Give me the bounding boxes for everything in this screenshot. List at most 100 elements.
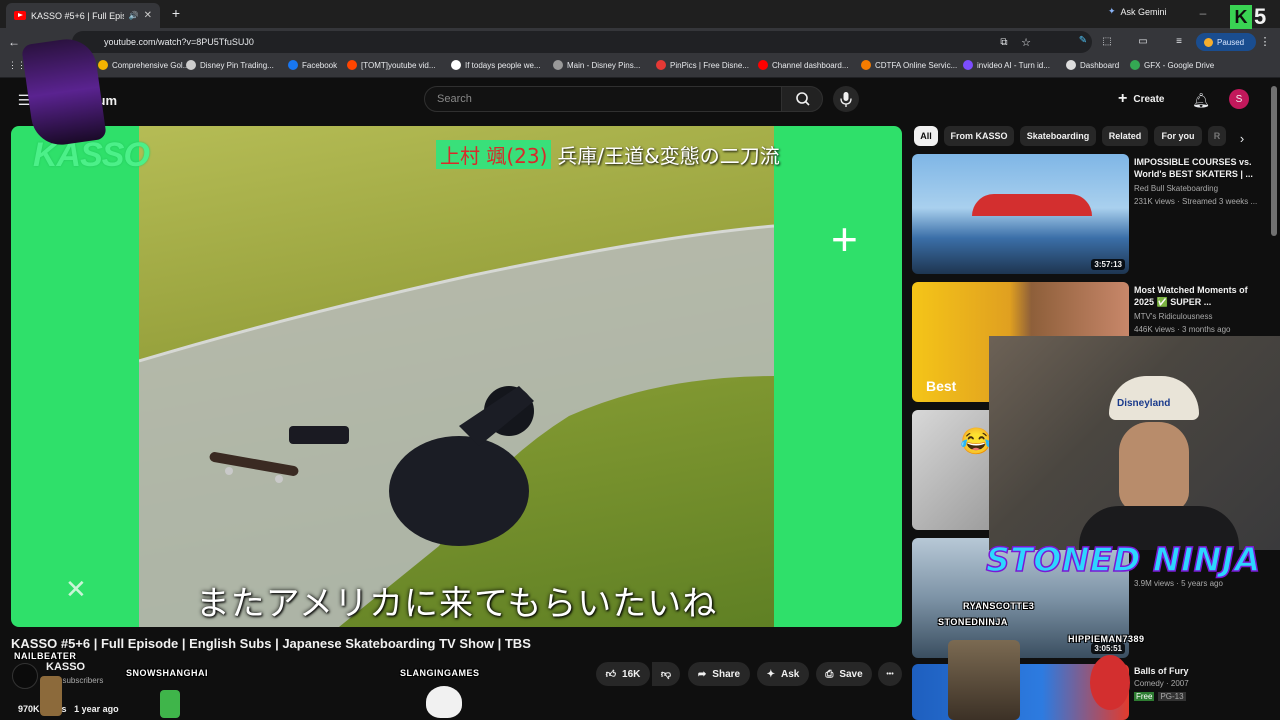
- chip-for-you[interactable]: For you: [1154, 126, 1202, 146]
- bookmark-item[interactable]: Facebook: [288, 60, 337, 70]
- ramp-graphic: [972, 194, 1092, 216]
- bookmark-favicon-icon: [656, 60, 666, 70]
- browser-tab-bar: KASSO #5+6 | Full Episode 🔊 ✕ + ✦ Ask Ge…: [0, 0, 1280, 28]
- recommendation-title[interactable]: IMPOSSIBLE COURSES vs. World's BEST SKAT…: [1134, 156, 1254, 180]
- media-controls-icon[interactable]: ≡: [1172, 34, 1186, 48]
- close-tab-icon[interactable]: ✕: [144, 10, 152, 21]
- bookmark-label: Comprehensive Gol...: [112, 60, 190, 70]
- gemini-sparkle-icon: ✦: [1108, 6, 1116, 16]
- extensions-puzzle-icon[interactable]: ⬚: [1100, 34, 1114, 48]
- bookmark-item[interactable]: If todays people we...: [451, 60, 541, 70]
- dislike-button[interactable]: 👎︎: [652, 662, 680, 686]
- create-button[interactable]: + Create: [1118, 88, 1164, 110]
- profile-paused-button[interactable]: Paused: [1196, 33, 1256, 51]
- bookmark-favicon-icon: [98, 60, 108, 70]
- page-scrollbar[interactable]: [1271, 86, 1277, 236]
- new-tab-button[interactable]: +: [168, 5, 184, 21]
- more-actions-button[interactable]: •••: [878, 662, 902, 686]
- ask-button[interactable]: ✦ Ask: [757, 662, 809, 686]
- like-count: 16K: [622, 668, 641, 680]
- skater-name-highlight: 上村 颯(23): [436, 140, 552, 169]
- create-label: Create: [1133, 93, 1165, 105]
- video-player[interactable]: KASSO 上村 颯(23) 兵庫/王道&変態の二刀流 + ✕ またアメリカに来…: [11, 126, 902, 627]
- ask-label: Ask: [781, 668, 800, 680]
- chip-skateboarding[interactable]: Skateboarding: [1020, 126, 1096, 146]
- like-button[interactable]: 👍︎ 16K: [596, 662, 650, 686]
- bookmark-label: invideo AI - Turn id...: [977, 60, 1050, 70]
- install-app-icon[interactable]: ⧉: [996, 34, 1012, 50]
- pixel-avatar-red: [1090, 655, 1130, 710]
- bookmark-label: CDTFA Online Servic...: [875, 60, 958, 70]
- bookmark-item[interactable]: Dashboard: [1066, 60, 1119, 70]
- search-button[interactable]: [781, 86, 823, 112]
- chip-related[interactable]: Related: [1102, 126, 1148, 146]
- recommendation-title[interactable]: Most Watched Moments of 2025 ✅ SUPER ...: [1134, 284, 1254, 308]
- notifications-bell-icon[interactable]: 🔔︎: [1192, 91, 1210, 109]
- k5-logo: K 5: [1230, 4, 1266, 30]
- chip-all[interactable]: All: [914, 126, 938, 146]
- recommendation-stats: 231K views · Streamed 3 weeks ...: [1134, 197, 1258, 206]
- video-meta: 970K views 1 year ago: [18, 704, 119, 714]
- browser-menu-icon[interactable]: ⋮: [1258, 34, 1272, 48]
- chip-recent[interactable]: R: [1208, 126, 1226, 146]
- bookmark-favicon-icon: [288, 60, 298, 70]
- profile-icon: [1204, 37, 1213, 47]
- bookmark-item[interactable]: CDTFA Online Servic...: [861, 60, 957, 70]
- face-graphic: [1119, 422, 1189, 512]
- ask-gemini-button[interactable]: ✦ Ask Gemini: [1108, 6, 1167, 17]
- cast-icon[interactable]: ▭: [1136, 34, 1150, 48]
- search-input[interactable]: Search: [424, 86, 782, 112]
- avatar[interactable]: S: [1229, 89, 1249, 109]
- chat-username: RYANSCOTTE3: [963, 601, 1035, 611]
- bookmark-label: Main - Disney Pins...: [567, 60, 641, 70]
- recommendation-title[interactable]: Balls of Fury: [1134, 665, 1254, 677]
- thumbs-up-icon: 👍︎: [605, 669, 617, 680]
- k5-number: 5: [1254, 4, 1267, 29]
- bookmark-item[interactable]: Channel dashboard...: [758, 60, 849, 70]
- recommendation-channel: Comedy · 2007: [1134, 679, 1189, 688]
- bookmark-item[interactable]: Disney Pin Trading...: [186, 60, 274, 70]
- bookmark-label: [TOMT]youtube vid...: [361, 60, 436, 70]
- bookmark-item[interactable]: PinPics | Free Disne...: [656, 60, 749, 70]
- address-bar[interactable]: youtube.com/watch?v=8PU5TfuSUJ0: [72, 31, 1092, 53]
- bookmark-label: PinPics | Free Disne...: [670, 60, 749, 70]
- recommendation-channel[interactable]: MTV's Ridiculousness: [1134, 312, 1212, 321]
- stream-title-overlay: STONED NINJA: [985, 539, 1261, 580]
- bookmark-label: GFX - Google Drive: [1144, 60, 1215, 70]
- recommendation-thumbnail[interactable]: 3:57:13: [912, 154, 1129, 274]
- bookmark-favicon-icon: [347, 60, 357, 70]
- recommendation-badges: Free PG-13: [1134, 692, 1186, 701]
- bookmark-star-icon[interactable]: ☆: [1018, 34, 1034, 50]
- bookmark-favicon-icon: [963, 60, 973, 70]
- save-button[interactable]: ⎙ Save: [816, 662, 872, 686]
- bookmark-item[interactable]: GFX - Google Drive: [1130, 60, 1214, 70]
- channel-avatar[interactable]: [12, 663, 38, 689]
- bookmarks-bar: ⋮⋮ Comprehensive Gol... Disney Pin Tradi…: [0, 56, 1280, 78]
- extension-translate-icon[interactable]: ✎: [1076, 33, 1090, 47]
- bookmark-item[interactable]: invideo AI - Turn id...: [963, 60, 1050, 70]
- bookmark-item[interactable]: Main - Disney Pins...: [553, 60, 640, 70]
- bookmark-item[interactable]: Comprehensive Gol...: [98, 60, 189, 70]
- speaker-icon[interactable]: 🔊: [129, 11, 139, 20]
- bookmark-label: Dashboard: [1080, 60, 1120, 70]
- channel-name[interactable]: KASSO: [46, 661, 85, 673]
- bookmark-item[interactable]: [TOMT]youtube vid...: [347, 60, 436, 70]
- skater-description: 兵庫/王道&変態の二刀流: [557, 144, 780, 168]
- bookmark-favicon-icon: [186, 60, 196, 70]
- chip-from-kasso[interactable]: From KASSO: [944, 126, 1014, 146]
- video-title: KASSO #5+6 | Full Episode | English Subs…: [11, 636, 531, 651]
- browser-tab[interactable]: KASSO #5+6 | Full Episode 🔊 ✕: [6, 3, 160, 28]
- voice-search-button[interactable]: [833, 86, 859, 112]
- share-button[interactable]: ➦ Share: [688, 662, 750, 686]
- youtube-header: ☰ nium Search + Create 🔔︎ S: [0, 78, 1280, 122]
- bookmark-favicon-icon: [1066, 60, 1076, 70]
- bookmark-favicon-icon: [553, 60, 563, 70]
- duration-badge: 3:57:13: [1091, 259, 1125, 270]
- recommendation-channel[interactable]: Red Bull Skateboarding: [1134, 184, 1218, 193]
- minimize-icon[interactable]: –: [1196, 4, 1210, 22]
- video-frame-scene: [139, 224, 774, 627]
- chevron-right-icon[interactable]: ›: [1234, 130, 1250, 146]
- bookmark-favicon-icon: [758, 60, 768, 70]
- paused-label: Paused: [1217, 37, 1245, 47]
- back-arrow-icon[interactable]: ←: [6, 34, 22, 50]
